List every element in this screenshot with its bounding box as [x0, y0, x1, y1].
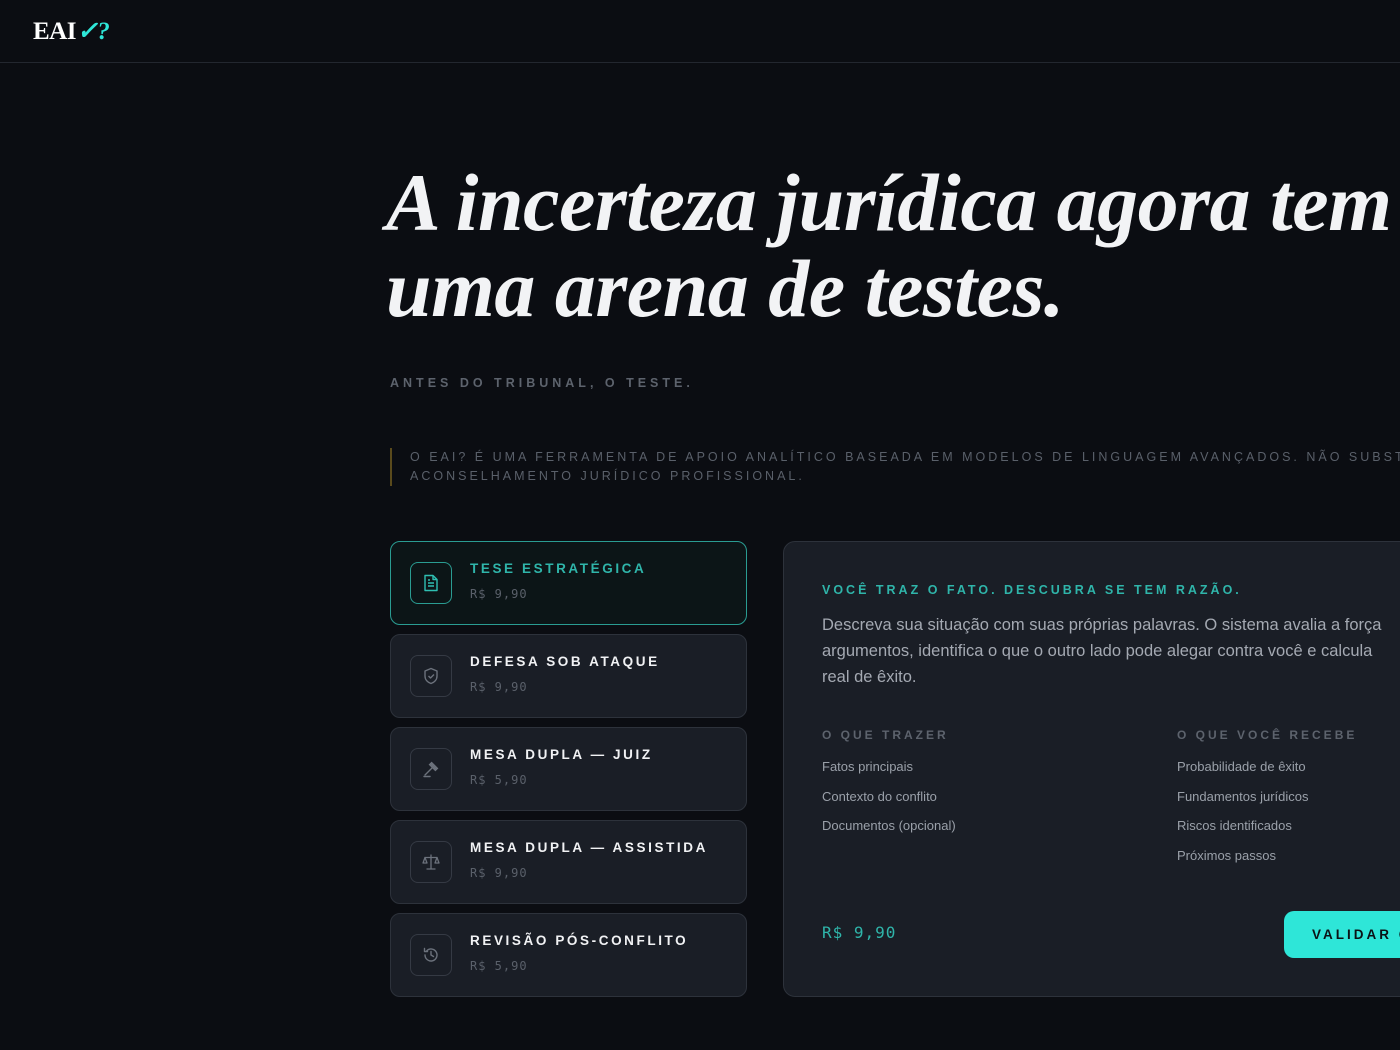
service-name: MESA DUPLA — JUIZ: [470, 747, 653, 762]
panel-description-line-3: real de êxito.: [822, 668, 917, 686]
service-detail-panel: VOCÊ TRAZ O FATO. DESCUBRA SE TEM RAZÃO.…: [783, 541, 1400, 997]
hero-kicker: ANTES DO TRIBUNAL, O TESTE.: [390, 376, 694, 390]
service-card-revisao-pos-conflito[interactable]: REVISÃO PÓS-CONFLITO R$ 5,90: [390, 913, 747, 997]
service-name: REVISÃO PÓS-CONFLITO: [470, 933, 689, 948]
service-card-mesa-dupla-juiz[interactable]: MESA DUPLA — JUIZ R$ 5,90: [390, 727, 747, 811]
disclaimer: O EAI? É UMA FERRAMENTA DE APOIO ANALÍTI…: [390, 448, 1400, 486]
receive-list: Probabilidade de êxito Fundamentos juríd…: [1177, 757, 1309, 876]
shield-icon: [410, 655, 452, 697]
disclaimer-line-1: O EAI? É UMA FERRAMENTA DE APOIO ANALÍTI…: [410, 450, 1400, 464]
service-name: MESA DUPLA — ASSISTIDA: [470, 840, 708, 855]
service-price: R$ 5,90: [470, 959, 528, 973]
list-item: Fatos principais: [822, 759, 914, 774]
history-icon: [410, 934, 452, 976]
service-price: R$ 5,90: [470, 773, 528, 787]
service-name: TESE ESTRATÉGICA: [470, 561, 647, 576]
list-item: Probabilidade de êxito: [1177, 759, 1306, 774]
document-icon: [410, 562, 452, 604]
bring-heading: O QUE TRAZER: [822, 728, 949, 742]
bring-list: Fatos principais Contexto do conflito Do…: [822, 757, 956, 846]
list-item: Documentos (opcional): [822, 818, 956, 834]
receive-heading: O QUE VOCÊ RECEBE: [1177, 728, 1358, 742]
panel-description: Descreva sua situação com suas próprias …: [822, 612, 1400, 690]
service-name: DEFESA SOB ATAQUE: [470, 654, 660, 669]
service-price: R$ 9,90: [470, 587, 528, 601]
panel-price: R$ 9,90: [822, 923, 897, 942]
list-item: Contexto do conflito: [822, 788, 937, 804]
list-item: Próximos passos: [1177, 848, 1276, 864]
logo-text: EAI: [33, 18, 76, 45]
service-card-mesa-dupla-assistida[interactable]: MESA DUPLA — ASSISTIDA R$ 9,90: [390, 820, 747, 904]
service-price: R$ 9,90: [470, 866, 528, 880]
service-list: TESE ESTRATÉGICA R$ 9,90 DEFESA SOB ATAQ…: [390, 541, 747, 1006]
gavel-icon: [410, 748, 452, 790]
service-card-defesa-sob-ataque[interactable]: DEFESA SOB ATAQUE R$ 9,90: [390, 634, 747, 718]
validate-button[interactable]: VALIDAR C: [1284, 911, 1400, 958]
scales-icon: [410, 841, 452, 883]
service-price: R$ 9,90: [470, 680, 528, 694]
top-bar: EAI ✓?: [0, 0, 1400, 63]
service-card-tese-estrategica[interactable]: TESE ESTRATÉGICA R$ 9,90: [390, 541, 747, 625]
logo-mark: ✓?: [76, 18, 110, 45]
hero-title-line-2: uma arena de testes.: [386, 243, 1064, 334]
list-item: Riscos identificados: [1177, 818, 1292, 834]
list-item: Fundamentos jurídicos: [1177, 788, 1309, 804]
disclaimer-line-2: ACONSELHAMENTO JURÍDICO PROFISSIONAL.: [410, 469, 805, 483]
hero-title-line-1: A incerteza jurídica agora tem: [386, 157, 1392, 248]
panel-description-line-2: argumentos, identifica o que o outro lad…: [822, 642, 1373, 660]
panel-description-line-1: Descreva sua situação com suas próprias …: [822, 616, 1382, 634]
brand-logo[interactable]: EAI ✓?: [33, 16, 110, 46]
hero-title: A incerteza jurídica agora tem uma arena…: [386, 160, 1400, 332]
panel-kicker: VOCÊ TRAZ O FATO. DESCUBRA SE TEM RAZÃO.: [822, 583, 1242, 597]
